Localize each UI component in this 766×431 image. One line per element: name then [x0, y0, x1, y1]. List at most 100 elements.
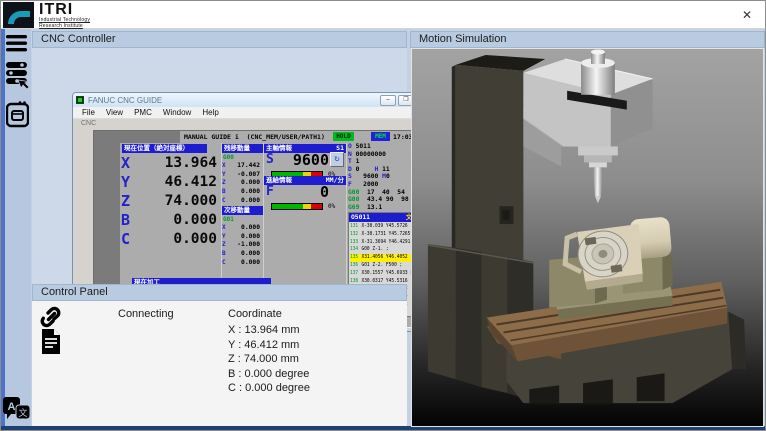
line-text: X-30.1731 Y45.7265 ;	[361, 231, 415, 237]
remaining-travel-table: X17.442Y-0.007Z0.000B0.000C0.000	[222, 161, 262, 204]
cnc-panel-header: CNC Controller	[32, 31, 407, 48]
axis-letter: Y	[222, 171, 229, 178]
axis-value: 0.000	[137, 231, 220, 247]
axis-row: B0.000	[121, 210, 220, 229]
line-text: X31.4056 Y46.4052 ;	[361, 254, 413, 260]
menu-pmc[interactable]: PMC	[129, 108, 157, 117]
machine-3d-view[interactable]	[412, 49, 763, 426]
close-icon[interactable]: ✕	[739, 7, 755, 23]
axis-value: 46.412	[137, 174, 220, 190]
menu-window[interactable]: Window	[158, 108, 196, 117]
axis-letter: X	[222, 162, 229, 169]
remaining-gcode: G00	[223, 154, 234, 161]
axis-letter: C	[121, 230, 137, 248]
menu-help[interactable]: Help	[197, 108, 223, 117]
axis-row: X0.000	[222, 223, 262, 232]
coordinate-value: Z : 74.000 mm	[228, 352, 310, 367]
cnc-group-label: CNC	[81, 120, 96, 127]
absolute-position-table: X13.964Y46.412Z74.000B0.000C0.000	[121, 153, 220, 248]
cnc-panel-title: CNC Controller	[41, 33, 116, 45]
axis-value: 74.000	[137, 193, 220, 209]
control-panel-header: Control Panel	[32, 284, 407, 301]
fanuc-menu-bar: FileViewPMCWindowHelp	[73, 107, 435, 119]
cnc-panel-body: FANUC CNC GUIDE –❐✕ FileViewPMCWindowHel…	[32, 48, 407, 284]
axis-row: C0.000	[222, 196, 262, 205]
axis-value: 0.000	[229, 197, 262, 204]
brand-subtitle-2: Research Institute	[39, 23, 83, 29]
axis-value: 13.964	[137, 155, 220, 171]
axis-letter: Y	[222, 233, 229, 240]
fanuc-window-title: FANUC CNC GUIDE	[88, 96, 162, 105]
axis-row: Z-1.000	[222, 240, 262, 249]
absolute-position-header: 現在位置（絶対座標）	[122, 144, 207, 153]
mode-badge: MEM	[371, 132, 390, 141]
line-text: X-30.039 Y45.5726 ;	[361, 223, 413, 229]
screen-top-box	[120, 131, 180, 143]
axis-letter: Z	[222, 241, 229, 248]
axis-value: 0.000	[229, 259, 262, 266]
axis-value: 0.000	[229, 250, 262, 257]
axis-value: 17.442	[229, 162, 262, 169]
line-number: 135	[350, 254, 361, 260]
axis-letter: B	[222, 188, 229, 195]
minimize-button[interactable]: –	[380, 95, 396, 106]
line-text: G01 Z-2. F500 ;	[361, 262, 402, 268]
axis-row: B0.000	[222, 187, 262, 196]
line-number: 138	[350, 278, 361, 284]
coordinate-value: C : 0.000 degree	[228, 381, 310, 396]
line-number: 131	[350, 223, 361, 229]
axis-row: B0.000	[222, 249, 262, 258]
coordinate-value: Y : 46.412 mm	[228, 338, 310, 353]
next-gcode: G01	[223, 216, 234, 223]
feed-load-percent: 0%	[328, 203, 335, 210]
machine-icon[interactable]	[6, 101, 29, 133]
axis-letter: Z	[121, 192, 137, 210]
controls-select-icon[interactable]	[6, 62, 30, 99]
axis-value: -1.000	[229, 241, 262, 248]
menu-view[interactable]: View	[101, 108, 128, 117]
line-number: 137	[350, 270, 361, 276]
sidebar: A 文	[1, 29, 31, 426]
coordinate-list: X : 13.964 mmY : 46.412 mmZ : 74.000 mmB…	[228, 323, 310, 396]
hold-status-badge: HOLD	[333, 132, 354, 141]
motion-panel-title: Motion Simulation	[419, 33, 506, 45]
translate-icon[interactable]: A 文	[3, 394, 31, 430]
axis-value: -0.007	[229, 171, 262, 178]
fanuc-title-bar[interactable]: FANUC CNC GUIDE –❐✕	[73, 93, 435, 107]
line-number: 134	[350, 246, 361, 252]
axis-letter: X	[121, 154, 137, 172]
motion-viewport	[411, 48, 764, 427]
title-bar: ITRI Industrial Technology Research Inst…	[1, 1, 766, 29]
axis-row: C0.000	[222, 258, 262, 267]
menu-file[interactable]: File	[77, 108, 100, 117]
connection-status: Connecting	[118, 308, 174, 320]
coordinate-value: X : 13.964 mm	[228, 323, 310, 338]
remaining-travel-header: 残移動量	[222, 144, 263, 153]
screen-title: MANUAL GUIDE i (CNC_MEM/USER/PATH1)	[184, 133, 325, 141]
program-number: O5011	[349, 213, 370, 222]
control-panel-title: Control Panel	[41, 286, 108, 298]
line-text: G00 Z-1. ;	[361, 246, 388, 252]
spindle-speed-value: 9600	[276, 151, 329, 169]
axis-row: X17.442	[222, 161, 262, 170]
line-number: 136	[350, 262, 361, 268]
fanuc-app-icon	[76, 96, 84, 104]
axis-value: 0.000	[229, 179, 262, 186]
axis-row: Z74.000	[121, 191, 220, 210]
line-number: 132	[350, 231, 361, 237]
axis-row: C0.000	[121, 229, 220, 248]
svg-text:文: 文	[18, 407, 27, 419]
motion-panel-header: Motion Simulation	[410, 31, 765, 48]
document-icon[interactable]	[40, 329, 62, 359]
axis-row: X13.964	[121, 153, 220, 172]
sidebar-accent-strip	[1, 29, 5, 426]
spindle-rotation-icon[interactable]: ↻	[330, 152, 344, 167]
axis-letter: Z	[222, 179, 229, 186]
feed-rate-value: 0	[276, 183, 329, 201]
axis-letter: C	[222, 197, 229, 204]
next-move-table: X0.000Y0.000Z-1.000B0.000C0.000	[222, 223, 262, 266]
next-move-header: 次移動量	[222, 206, 263, 215]
hamburger-menu-icon[interactable]	[6, 35, 27, 57]
coordinate-title: Coordinate	[228, 308, 282, 320]
axis-value: 0.000	[229, 224, 262, 231]
